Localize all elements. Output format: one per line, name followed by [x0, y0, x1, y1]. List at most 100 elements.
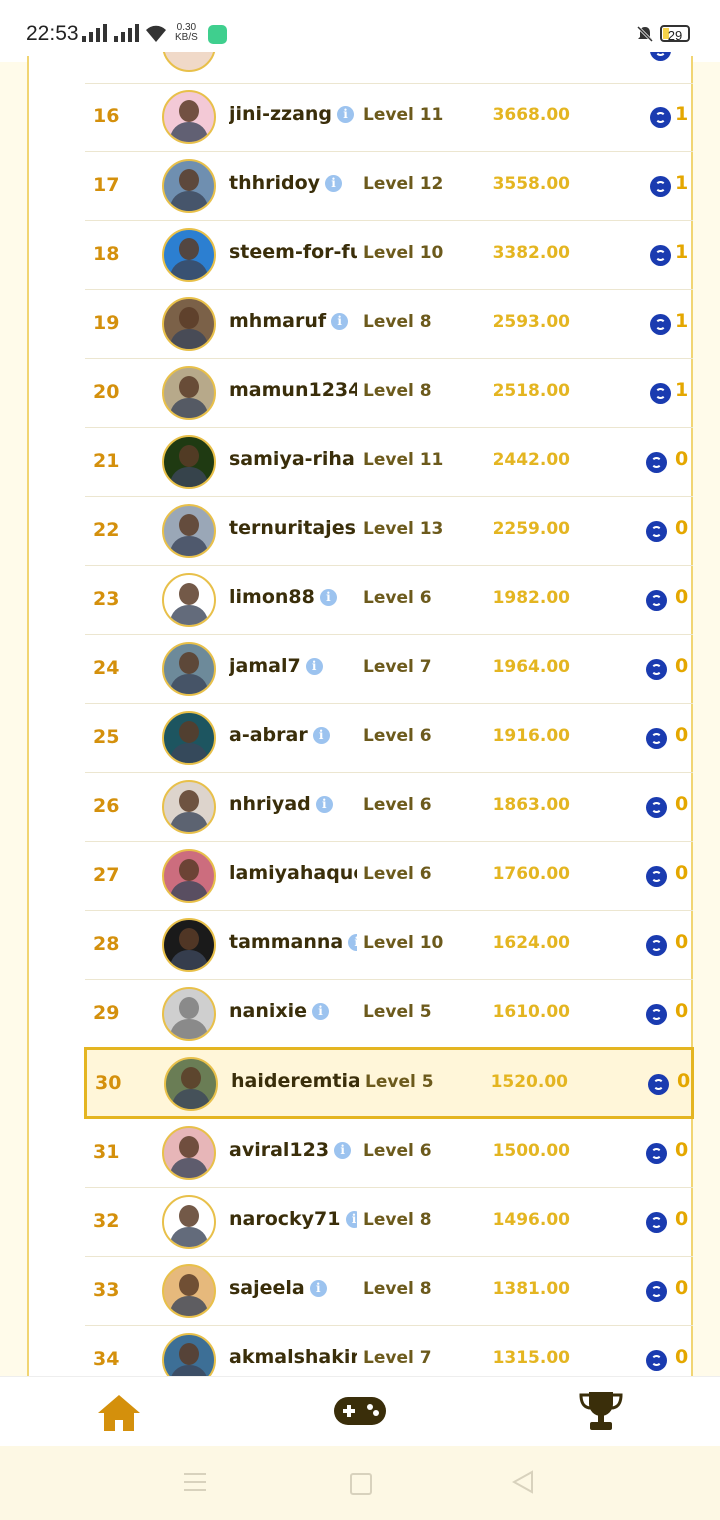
username-link[interactable]: sajeela i [229, 1277, 357, 1303]
level-label: Level 6 [363, 1141, 432, 1161]
username-link[interactable]: ternuritajess [229, 517, 357, 543]
level-label: Level 12 [363, 174, 444, 194]
steem-icon [646, 1350, 667, 1371]
username-link[interactable]: nhriyad i [229, 793, 357, 819]
info-icon[interactable]: i [337, 106, 355, 123]
network-speed: 0.30 KB/S [175, 22, 198, 43]
level-label: Level 5 [363, 1002, 432, 1022]
leaderboard-row[interactable]: 24 jamal7 i Level 7 1964.00 0 [85, 635, 693, 704]
info-icon[interactable]: i [334, 1142, 352, 1159]
username-link[interactable]: mhmaruf i [229, 310, 357, 336]
username-link[interactable]: jamal7 i [229, 655, 357, 681]
gamepad-icon[interactable] [334, 1395, 386, 1427]
username-link[interactable]: steem-for-fu [229, 241, 357, 267]
rank-number: 30 [95, 1072, 122, 1094]
info-icon[interactable]: i [309, 1280, 327, 1297]
avatar[interactable] [162, 987, 216, 1041]
level-label: Level 5 [365, 1072, 434, 1092]
avatar[interactable] [162, 435, 216, 489]
username-link[interactable]: haideremtiaz [231, 1070, 359, 1096]
rank-number: 28 [93, 933, 120, 955]
avatar[interactable] [162, 228, 216, 282]
level-label: Level 10 [363, 243, 444, 263]
home-button[interactable] [350, 1473, 372, 1495]
username-link[interactable]: samiya-rihai [229, 448, 357, 474]
avatar[interactable] [162, 159, 216, 213]
username-link[interactable]: akmalshakiri [229, 1346, 357, 1372]
avatar[interactable] [162, 1264, 216, 1318]
level-label: Level 8 [363, 1279, 432, 1299]
rank-number: 34 [93, 1348, 120, 1370]
leaderboard-row[interactable]: 23 limon88 i Level 6 1982.00 0 [85, 566, 693, 635]
leaderboard-row[interactable]: 22 ternuritajess Level 13 2259.00 0 [85, 497, 693, 566]
leaderboard-row[interactable]: 17 thhridoy i Level 12 3558.00 1 [85, 152, 693, 221]
info-icon[interactable]: i [348, 934, 357, 951]
info-icon[interactable]: i [315, 796, 333, 813]
leaderboard-row[interactable]: 29 nanixie i Level 5 1610.00 0 [85, 980, 693, 1049]
leaderboard-row[interactable]: 27 lamiyahaque Level 6 1760.00 0 [85, 842, 693, 911]
avatar[interactable] [164, 1057, 218, 1111]
leaderboard-row[interactable]: 31 aviral123 i Level 6 1500.00 0 [85, 1119, 693, 1188]
username-text: haideremtiaz [231, 1070, 359, 1092]
rank-number: 22 [93, 519, 120, 541]
leaderboard-row[interactable]: 16 jini-zzang i Level 11 3668.00 1 [85, 83, 693, 152]
info-icon[interactable]: i [319, 589, 337, 606]
username-link[interactable]: aviral123 i [229, 1139, 357, 1165]
leaderboard-row[interactable]: 20 mamun12345 Level 8 2518.00 1 [85, 359, 693, 428]
username-link[interactable]: nanixie i [229, 1000, 357, 1026]
leaderboard-row[interactable]: 21 samiya-rihai Level 11 2442.00 0 [85, 428, 693, 497]
username-link[interactable]: limon88 i [229, 586, 357, 612]
avatar[interactable] [162, 642, 216, 696]
reward-count: 0 [677, 1070, 691, 1092]
info-icon[interactable]: i [312, 1003, 330, 1020]
steem-icon [650, 383, 671, 404]
info-icon[interactable]: i [325, 175, 343, 192]
reward-count: 1 [675, 172, 689, 194]
avatar[interactable] [162, 504, 216, 558]
avatar[interactable] [162, 918, 216, 972]
username-text: jamal7 [229, 655, 301, 677]
avatar[interactable] [162, 297, 216, 351]
avatar[interactable] [162, 366, 216, 420]
info-icon[interactable]: i [305, 658, 323, 675]
leaderboard-row[interactable]: 28 tammanna i Level 10 1624.00 0 [85, 911, 693, 980]
leaderboard-row[interactable]: 32 narocky71 i Level 8 1496.00 0 [85, 1188, 693, 1257]
leaderboard-row[interactable]: 19 mhmaruf i Level 8 2593.00 1 [85, 290, 693, 359]
reward-count: 0 [675, 1208, 689, 1230]
leaderboard-row[interactable]: 33 sajeela i Level 8 1381.00 0 [85, 1257, 693, 1326]
leaderboard-row[interactable]: 18 steem-for-fu Level 10 3382.00 1 [85, 221, 693, 290]
username-link[interactable]: tammanna i [229, 931, 357, 957]
avatar[interactable] [162, 849, 216, 903]
points-value: 2442.00 [492, 450, 570, 470]
info-icon[interactable]: i [312, 727, 330, 744]
info-icon[interactable]: i [331, 313, 349, 330]
avatar[interactable] [162, 711, 216, 765]
username-link[interactable]: jini-zzang i [229, 103, 357, 129]
username-text: aviral123 [229, 1139, 330, 1161]
avatar[interactable] [162, 573, 216, 627]
rank-number: 26 [93, 795, 120, 817]
username-link[interactable]: a-abrar i [229, 724, 357, 750]
avatar[interactable] [162, 90, 216, 144]
level-label: Level 8 [363, 312, 432, 332]
username-link[interactable]: thhridoy i [229, 172, 357, 198]
level-label: Level 6 [363, 588, 432, 608]
leaderboard-row[interactable]: 25 a-abrar i Level 6 1916.00 0 [85, 704, 693, 773]
steem-icon [648, 1074, 669, 1095]
leaderboard-row-current-user[interactable]: 30 haideremtiaz Level 5 1520.00 0 [84, 1047, 694, 1119]
leaderboard-row[interactable]: 26 nhriyad i Level 6 1863.00 0 [85, 773, 693, 842]
username-text: samiya-riha [229, 448, 355, 470]
home-icon[interactable] [96, 1393, 142, 1433]
back-button[interactable] [512, 1470, 534, 1494]
trophy-icon[interactable] [577, 1390, 625, 1432]
username-link[interactable]: lamiyahaque [229, 862, 357, 888]
username-link[interactable]: narocky71 i [229, 1208, 357, 1234]
username-link[interactable]: mamun12345 [229, 379, 357, 405]
rank-number: 18 [93, 243, 120, 265]
recent-apps-button[interactable] [184, 1473, 206, 1497]
avatar[interactable] [162, 780, 216, 834]
avatar[interactable] [162, 1126, 216, 1180]
info-icon[interactable]: i [345, 1211, 357, 1228]
rank-number: 31 [93, 1141, 120, 1163]
avatar[interactable] [162, 1195, 216, 1249]
